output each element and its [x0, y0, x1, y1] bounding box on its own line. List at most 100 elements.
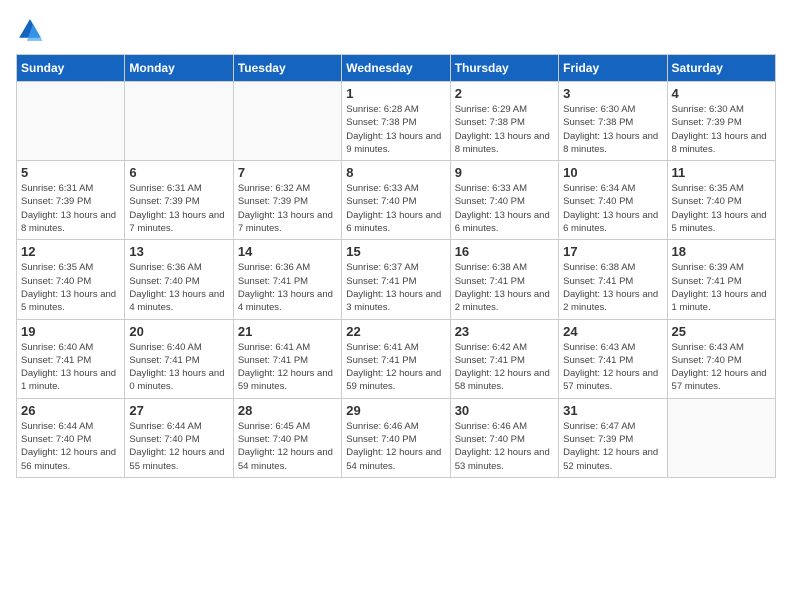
calendar-cell — [233, 82, 341, 161]
day-info: Sunrise: 6:41 AM Sunset: 7:41 PM Dayligh… — [238, 341, 337, 394]
calendar-cell: 21 Sunrise: 6:41 AM Sunset: 7:41 PM Dayli… — [233, 319, 341, 398]
day-number: 11 — [672, 165, 771, 180]
day-number: 6 — [129, 165, 228, 180]
day-info: Sunrise: 6:29 AM Sunset: 7:38 PM Dayligh… — [455, 103, 554, 156]
day-info: Sunrise: 6:43 AM Sunset: 7:40 PM Dayligh… — [672, 341, 771, 394]
logo — [16, 16, 48, 44]
calendar-day-header: Monday — [125, 55, 233, 82]
day-number: 14 — [238, 244, 337, 259]
day-number: 22 — [346, 324, 445, 339]
day-info: Sunrise: 6:46 AM Sunset: 7:40 PM Dayligh… — [346, 420, 445, 473]
calendar-cell: 30 Sunrise: 6:46 AM Sunset: 7:40 PM Dayli… — [450, 398, 558, 477]
calendar-day-header: Wednesday — [342, 55, 450, 82]
calendar-cell: 20 Sunrise: 6:40 AM Sunset: 7:41 PM Dayli… — [125, 319, 233, 398]
day-number: 27 — [129, 403, 228, 418]
day-info: Sunrise: 6:28 AM Sunset: 7:38 PM Dayligh… — [346, 103, 445, 156]
day-info: Sunrise: 6:33 AM Sunset: 7:40 PM Dayligh… — [455, 182, 554, 235]
day-info: Sunrise: 6:31 AM Sunset: 7:39 PM Dayligh… — [21, 182, 120, 235]
day-number: 19 — [21, 324, 120, 339]
day-number: 8 — [346, 165, 445, 180]
day-info: Sunrise: 6:36 AM Sunset: 7:41 PM Dayligh… — [238, 261, 337, 314]
calendar-cell: 11Sunrise: 6:35 AM Sunset: 7:40 PM Dayli… — [667, 161, 775, 240]
day-info: Sunrise: 6:32 AM Sunset: 7:39 PM Dayligh… — [238, 182, 337, 235]
calendar-header: SundayMondayTuesdayWednesdayThursdayFrid… — [17, 55, 776, 82]
day-info: Sunrise: 6:38 AM Sunset: 7:41 PM Dayligh… — [563, 261, 662, 314]
calendar-week-row: 5 Sunrise: 6:31 AM Sunset: 7:39 PM Daylig… — [17, 161, 776, 240]
calendar-day-header: Thursday — [450, 55, 558, 82]
day-number: 9 — [455, 165, 554, 180]
day-number: 23 — [455, 324, 554, 339]
day-info: Sunrise: 6:31 AM Sunset: 7:39 PM Dayligh… — [129, 182, 228, 235]
logo-icon — [16, 16, 44, 44]
day-number: 31 — [563, 403, 662, 418]
day-number: 2 — [455, 86, 554, 101]
calendar-body: 1Sunrise: 6:28 AM Sunset: 7:38 PM Daylig… — [17, 82, 776, 478]
calendar-day-header: Sunday — [17, 55, 125, 82]
calendar-cell: 31Sunrise: 6:47 AM Sunset: 7:39 PM Dayli… — [559, 398, 667, 477]
page-header — [16, 16, 776, 44]
calendar-cell — [125, 82, 233, 161]
calendar-cell — [667, 398, 775, 477]
day-info: Sunrise: 6:45 AM Sunset: 7:40 PM Dayligh… — [238, 420, 337, 473]
calendar-cell: 28 Sunrise: 6:45 AM Sunset: 7:40 PM Dayli… — [233, 398, 341, 477]
calendar-cell: 23 Sunrise: 6:42 AM Sunset: 7:41 PM Dayli… — [450, 319, 558, 398]
day-number: 4 — [672, 86, 771, 101]
day-info: Sunrise: 6:44 AM Sunset: 7:40 PM Dayligh… — [129, 420, 228, 473]
calendar-cell: 3 Sunrise: 6:30 AM Sunset: 7:38 PM Daylig… — [559, 82, 667, 161]
calendar-week-row: 19 Sunrise: 6:40 AM Sunset: 7:41 PM Dayli… — [17, 319, 776, 398]
calendar-day-header: Saturday — [667, 55, 775, 82]
calendar-cell: 22Sunrise: 6:41 AM Sunset: 7:41 PM Dayli… — [342, 319, 450, 398]
calendar-cell: 9 Sunrise: 6:33 AM Sunset: 7:40 PM Daylig… — [450, 161, 558, 240]
day-info: Sunrise: 6:43 AM Sunset: 7:41 PM Dayligh… — [563, 341, 662, 394]
day-number: 21 — [238, 324, 337, 339]
calendar-cell: 25 Sunrise: 6:43 AM Sunset: 7:40 PM Dayli… — [667, 319, 775, 398]
day-number: 20 — [129, 324, 228, 339]
day-number: 10 — [563, 165, 662, 180]
day-info: Sunrise: 6:37 AM Sunset: 7:41 PM Dayligh… — [346, 261, 445, 314]
calendar-cell: 29Sunrise: 6:46 AM Sunset: 7:40 PM Dayli… — [342, 398, 450, 477]
day-info: Sunrise: 6:39 AM Sunset: 7:41 PM Dayligh… — [672, 261, 771, 314]
day-info: Sunrise: 6:30 AM Sunset: 7:38 PM Dayligh… — [563, 103, 662, 156]
day-number: 28 — [238, 403, 337, 418]
calendar-day-header: Friday — [559, 55, 667, 82]
day-number: 18 — [672, 244, 771, 259]
day-info: Sunrise: 6:36 AM Sunset: 7:40 PM Dayligh… — [129, 261, 228, 314]
day-number: 3 — [563, 86, 662, 101]
day-info: Sunrise: 6:40 AM Sunset: 7:41 PM Dayligh… — [21, 341, 120, 394]
calendar-cell: 18 Sunrise: 6:39 AM Sunset: 7:41 PM Dayli… — [667, 240, 775, 319]
calendar-cell: 4Sunrise: 6:30 AM Sunset: 7:39 PM Daylig… — [667, 82, 775, 161]
calendar-cell: 14 Sunrise: 6:36 AM Sunset: 7:41 PM Dayli… — [233, 240, 341, 319]
day-number: 17 — [563, 244, 662, 259]
calendar-cell: 10 Sunrise: 6:34 AM Sunset: 7:40 PM Dayli… — [559, 161, 667, 240]
calendar-cell: 19 Sunrise: 6:40 AM Sunset: 7:41 PM Dayli… — [17, 319, 125, 398]
day-info: Sunrise: 6:42 AM Sunset: 7:41 PM Dayligh… — [455, 341, 554, 394]
calendar-week-row: 12Sunrise: 6:35 AM Sunset: 7:40 PM Dayli… — [17, 240, 776, 319]
calendar-cell: 27 Sunrise: 6:44 AM Sunset: 7:40 PM Dayli… — [125, 398, 233, 477]
calendar-cell: 24Sunrise: 6:43 AM Sunset: 7:41 PM Dayli… — [559, 319, 667, 398]
day-info: Sunrise: 6:46 AM Sunset: 7:40 PM Dayligh… — [455, 420, 554, 473]
calendar-cell: 6 Sunrise: 6:31 AM Sunset: 7:39 PM Daylig… — [125, 161, 233, 240]
day-info: Sunrise: 6:38 AM Sunset: 7:41 PM Dayligh… — [455, 261, 554, 314]
calendar-day-header: Tuesday — [233, 55, 341, 82]
calendar-cell: 15 Sunrise: 6:37 AM Sunset: 7:41 PM Dayli… — [342, 240, 450, 319]
calendar-cell: 8 Sunrise: 6:33 AM Sunset: 7:40 PM Daylig… — [342, 161, 450, 240]
day-number: 26 — [21, 403, 120, 418]
calendar-cell — [17, 82, 125, 161]
calendar-cell: 2 Sunrise: 6:29 AM Sunset: 7:38 PM Daylig… — [450, 82, 558, 161]
calendar-cell: 13Sunrise: 6:36 AM Sunset: 7:40 PM Dayli… — [125, 240, 233, 319]
day-info: Sunrise: 6:35 AM Sunset: 7:40 PM Dayligh… — [21, 261, 120, 314]
calendar-table: SundayMondayTuesdayWednesdayThursdayFrid… — [16, 54, 776, 478]
calendar-cell: 7Sunrise: 6:32 AM Sunset: 7:39 PM Daylig… — [233, 161, 341, 240]
day-info: Sunrise: 6:34 AM Sunset: 7:40 PM Dayligh… — [563, 182, 662, 235]
day-number: 30 — [455, 403, 554, 418]
day-number: 25 — [672, 324, 771, 339]
calendar-cell: 17 Sunrise: 6:38 AM Sunset: 7:41 PM Dayli… — [559, 240, 667, 319]
day-info: Sunrise: 6:40 AM Sunset: 7:41 PM Dayligh… — [129, 341, 228, 394]
day-number: 15 — [346, 244, 445, 259]
calendar-cell: 12Sunrise: 6:35 AM Sunset: 7:40 PM Dayli… — [17, 240, 125, 319]
calendar-cell: 1Sunrise: 6:28 AM Sunset: 7:38 PM Daylig… — [342, 82, 450, 161]
day-number: 16 — [455, 244, 554, 259]
day-number: 5 — [21, 165, 120, 180]
calendar-cell: 16 Sunrise: 6:38 AM Sunset: 7:41 PM Dayli… — [450, 240, 558, 319]
day-info: Sunrise: 6:33 AM Sunset: 7:40 PM Dayligh… — [346, 182, 445, 235]
